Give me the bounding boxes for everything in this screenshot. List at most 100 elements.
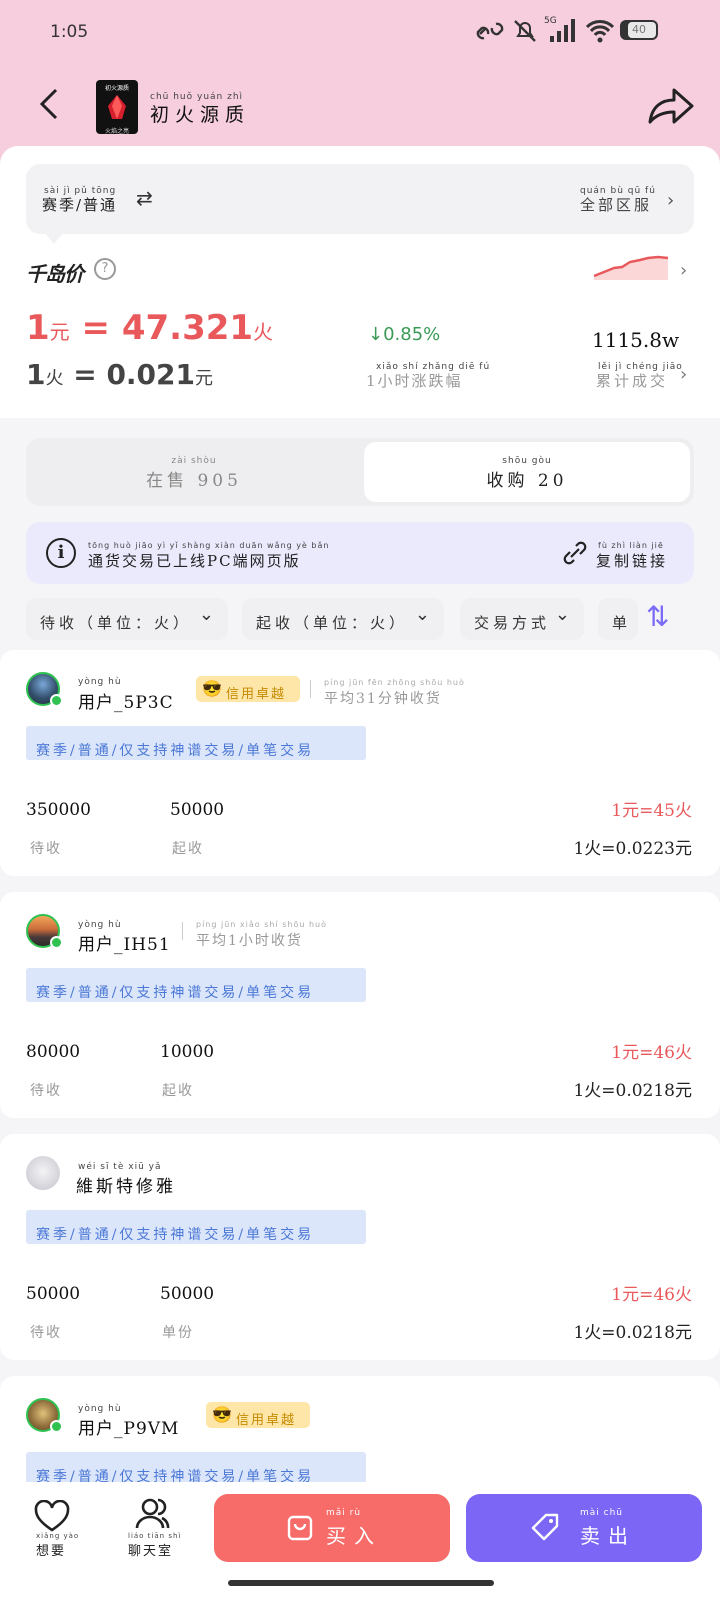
chevron-right-icon[interactable]: › [680, 364, 687, 385]
rate-huo-to-yuan: 1火 = 0.021元 [26, 358, 213, 391]
season-pointer [44, 232, 64, 244]
sell-button[interactable]: mài chū 卖出 [466, 1494, 702, 1562]
divider [310, 680, 311, 698]
tab-on-sale[interactable]: zài shòu 在售 905 [26, 438, 362, 506]
meta-pinyin: píng jūn xiǎo shí shōu huò [196, 920, 327, 929]
user-name-pinyin: yòng hù [78, 677, 122, 687]
online-indicator [50, 1420, 63, 1433]
link-status-icon [476, 22, 504, 40]
sort-icon[interactable]: ⇅ [646, 600, 669, 633]
filter-minimum[interactable]: 起收（单位：火） ⌄ [242, 598, 444, 640]
item-logo: 初火源质 火焰之亮 [96, 80, 138, 134]
minimum-amount: 10000 [160, 1042, 215, 1062]
logo-subtext: 火焰之亮 [104, 128, 129, 134]
share-button[interactable] [644, 84, 696, 128]
status-time: 1:05 [50, 22, 89, 42]
rate2-result-unit: 元 [195, 368, 214, 389]
buy-label: 买入 [326, 1524, 382, 1548]
pending-label: 待收 [30, 1325, 62, 1341]
chat-room-label[interactable]: 聊天室 [128, 1540, 173, 1559]
online-indicator [50, 936, 63, 949]
user-name: 用户_5P3C [78, 693, 174, 713]
swap-icon[interactable]: ⇄ [136, 186, 153, 210]
credit-badge-label: 信用卓越 [226, 687, 287, 702]
unit-label: 单份 [162, 1325, 194, 1341]
rate2-value: = 0.021 [63, 358, 196, 391]
volume-label[interactable]: 累计成交 [596, 370, 668, 391]
filter-trade-method[interactable]: 交易方式 ⌄ [460, 598, 584, 640]
filter-trade-method-label: 交易方式 [474, 614, 551, 632]
notice-pinyin: tōng huò jiāo yì yǐ shàng xiàn duān wǎng… [88, 541, 330, 550]
user-name: 維斯特修雅 [76, 1177, 176, 1197]
pending-label: 待收 [30, 1083, 62, 1099]
heart-icon[interactable] [34, 1500, 70, 1534]
page-title: 初火源质 [150, 104, 251, 126]
link-icon[interactable] [562, 540, 588, 566]
trade-tags: 赛季/普通/仅支持神谱交易/单笔交易 [26, 968, 366, 1002]
total-volume: 1115.8w [592, 328, 680, 352]
price-huo-yuan: 1火=0.0218元 [573, 1323, 692, 1343]
sunglasses-icon: 😎 [212, 1405, 234, 1424]
pending-amount: 350000 [26, 800, 91, 820]
user-name-pinyin: yòng hù [78, 920, 122, 930]
user-name: 用户_P9VM [78, 1419, 180, 1439]
buy-pinyin: mǎi rù [326, 1508, 362, 1518]
price-change: ↓0.85% [368, 324, 440, 345]
trade-tags: 赛季/普通/仅支持神谱交易/单笔交易 [26, 1452, 366, 1486]
buy-button[interactable]: mǎi rù 买入 [214, 1494, 450, 1562]
rate1-one: 1 [26, 308, 50, 348]
filter-unit-label: 单 [612, 614, 632, 632]
chevron-down-icon: ⌄ [554, 604, 574, 625]
rate1-value: = 47.321 [69, 308, 254, 348]
unit-amount: 50000 [160, 1284, 215, 1304]
user-name-pinyin: yòng hù [78, 1404, 122, 1414]
meta-pinyin: píng jūn fēn zhōng shōu huò [324, 678, 465, 687]
signal-icon [550, 19, 575, 42]
price-change-value: 0.85% [383, 324, 441, 345]
chevron-right-icon: › [667, 190, 675, 211]
chevron-right-icon[interactable]: › [680, 260, 687, 281]
online-indicator [50, 694, 63, 707]
price-yuan-huo: 1元=46火 [611, 1043, 692, 1063]
avg-receive-time: 平均31分钟收货 [324, 691, 442, 707]
back-button[interactable] [28, 82, 72, 126]
filter-unit[interactable]: 单 [598, 598, 638, 640]
tag-icon [531, 1513, 559, 1541]
rate1-result-unit: 火 [253, 320, 274, 344]
shopping-bag-icon [287, 1515, 313, 1541]
arrow-down-icon: ↓ [368, 324, 384, 345]
chevron-down-icon: ⌄ [414, 604, 434, 625]
price-trend-sparkline[interactable] [592, 250, 672, 280]
sell-pinyin: mài chū [580, 1508, 623, 1518]
region-selector[interactable]: 全部区服 [580, 194, 652, 215]
rate1-unit: 元 [49, 320, 70, 344]
user-name: 用户_IH51 [78, 935, 171, 955]
home-indicator[interactable] [228, 1580, 494, 1586]
link-pinyin: fù zhì liàn jiē [598, 541, 664, 550]
trade-tags: 赛季/普通/仅支持神谱交易/单笔交易 [26, 726, 366, 760]
price-yuan-huo: 1元=46火 [611, 1285, 692, 1305]
credit-badge-label: 信用卓越 [236, 1413, 297, 1428]
tab-purchase[interactable]: shōu gòu 收购 20 [364, 442, 690, 502]
user-name-pinyin: wéi sī tè xiū yǎ [78, 1162, 162, 1172]
season-label: 赛季/普通 [42, 196, 118, 214]
pending-label: 待收 [30, 841, 62, 857]
trade-tags: 赛季/普通/仅支持神谱交易/单笔交易 [26, 1210, 366, 1244]
change-label: 1小时涨跌幅 [366, 372, 463, 390]
chat-people-icon[interactable] [134, 1496, 170, 1532]
pending-amount: 50000 [26, 1284, 81, 1304]
copy-link-button[interactable]: 复制链接 [596, 550, 668, 571]
help-icon[interactable]: ? [94, 258, 116, 280]
filter-pending-label: 待收（单位：火） [40, 614, 193, 632]
price-yuan-huo: 1元=45火 [611, 801, 692, 821]
sunglasses-icon: 😎 [202, 679, 224, 698]
qdj-price-label: 千岛价 [26, 262, 84, 286]
wifi-icon [585, 20, 615, 43]
filter-pending[interactable]: 待收（单位：火） ⌄ [26, 598, 228, 640]
rate2-unit: 火 [45, 368, 64, 389]
minimum-label: 起收 [172, 841, 204, 857]
wish-label[interactable]: 想要 [36, 1540, 66, 1559]
avatar[interactable] [26, 1156, 60, 1190]
minimum-label: 起收 [162, 1083, 194, 1099]
battery-icon: 40 [620, 20, 658, 40]
